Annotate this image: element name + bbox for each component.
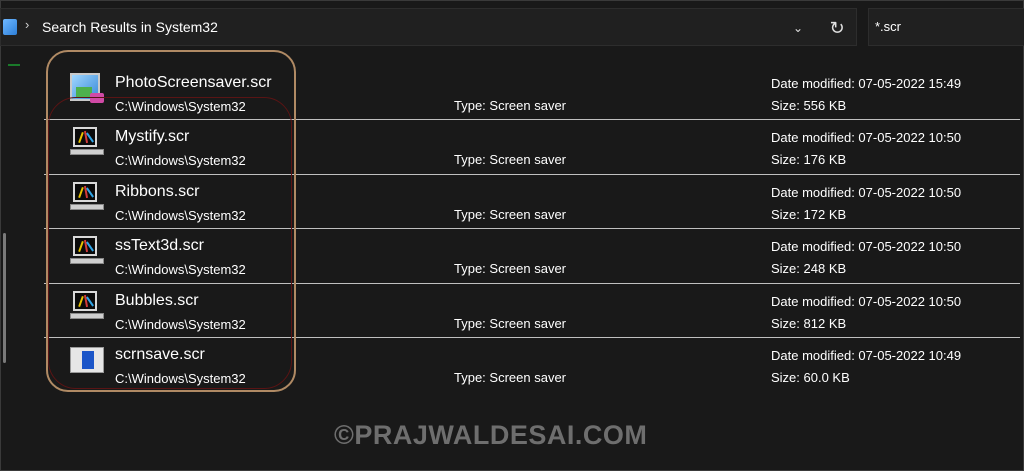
date-modified: Date modified: 07-05-2022 10:49 xyxy=(771,348,962,363)
date-modified: Date modified: 07-05-2022 10:50 xyxy=(771,294,962,309)
file-size: Size: 812 KB xyxy=(771,316,847,331)
date-modified: Date modified: 07-05-2022 10:50 xyxy=(771,239,962,254)
folder-icon xyxy=(3,19,17,35)
breadcrumb[interactable]: Search Results in System32 xyxy=(42,19,218,35)
chevron-down-icon[interactable]: ⌄ xyxy=(784,16,812,40)
file-type: Type: Screen saver xyxy=(454,370,566,385)
file-size: Size: 556 KB xyxy=(771,98,847,113)
search-input[interactable]: *.scr xyxy=(868,8,1024,46)
file-size: Size: 176 KB xyxy=(771,152,847,167)
file-type: Type: Screen saver xyxy=(454,207,566,222)
search-query: *.scr xyxy=(875,19,901,34)
address-bar[interactable]: › Search Results in System32 ⌄ ↻ xyxy=(0,8,857,46)
highlight-outline xyxy=(46,50,296,392)
date-modified: Date modified: 07-05-2022 10:50 xyxy=(771,130,962,145)
nav-pane-marker xyxy=(8,64,20,66)
file-type: Type: Screen saver xyxy=(454,316,566,331)
file-type: Type: Screen saver xyxy=(454,152,566,167)
refresh-icon[interactable]: ↻ xyxy=(823,14,851,42)
file-type: Type: Screen saver xyxy=(454,98,566,113)
nav-pane-scrollbar[interactable] xyxy=(3,233,6,363)
chevron-right-icon[interactable]: › xyxy=(25,17,29,32)
watermark: ©PRAJWALDESAI.COM xyxy=(334,420,648,450)
file-type: Type: Screen saver xyxy=(454,261,566,276)
file-size: Size: 248 KB xyxy=(771,261,847,276)
date-modified: Date modified: 07-05-2022 15:49 xyxy=(771,76,962,91)
date-modified: Date modified: 07-05-2022 10:50 xyxy=(771,185,962,200)
file-size: Size: 60.0 KB xyxy=(771,370,850,385)
file-size: Size: 172 KB xyxy=(771,207,847,222)
